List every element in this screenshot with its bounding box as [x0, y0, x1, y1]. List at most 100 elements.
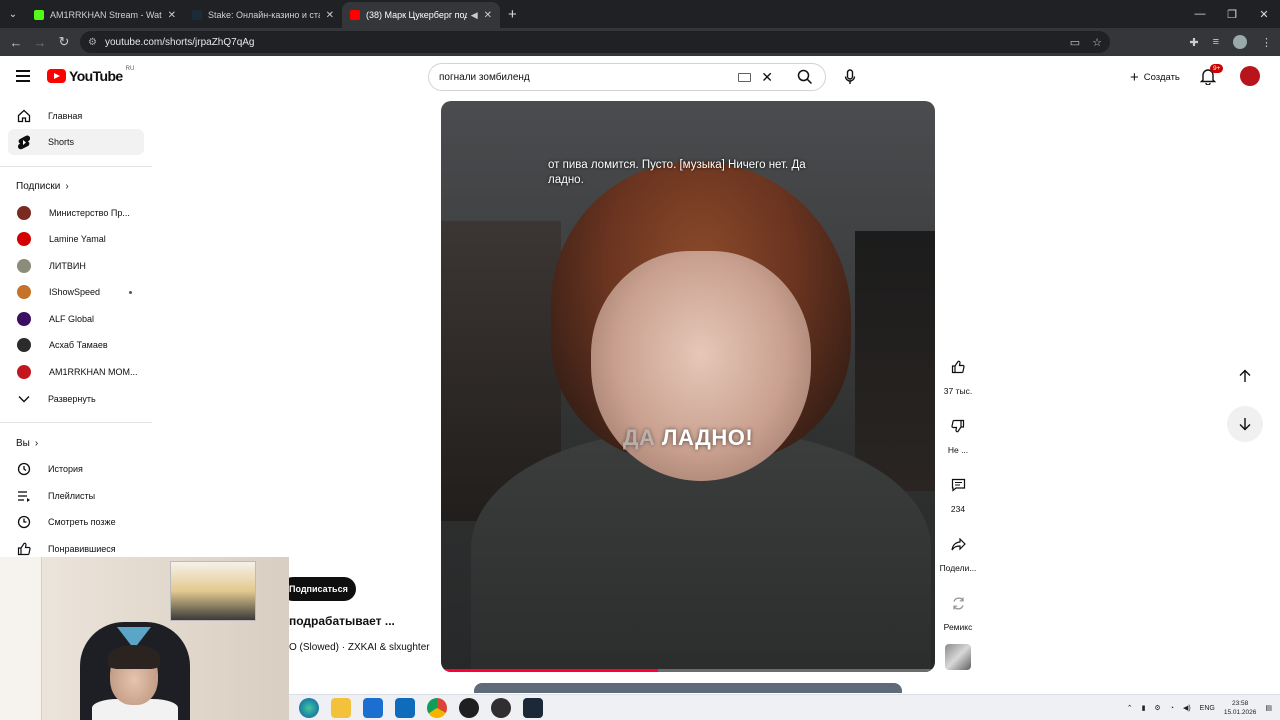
- search-box[interactable]: погнали зомбиленд ✕: [428, 63, 826, 91]
- clock-date: 15.01.2026: [1223, 709, 1257, 716]
- close-window-icon[interactable]: ✕: [1248, 8, 1280, 21]
- plus-icon: +: [1130, 68, 1139, 86]
- short-music-link[interactable]: O (Slowed) · ZXKAI & slxughter: [289, 642, 432, 653]
- chevron-right-icon: ›: [65, 181, 69, 192]
- channel-name: IShowSpeed: [49, 287, 101, 297]
- sidebar-item-channel[interactable]: IShowSpeed: [8, 279, 144, 305]
- sidebar-item-shorts[interactable]: Shorts: [8, 129, 144, 155]
- chrome-icon[interactable]: [427, 698, 447, 718]
- clock[interactable]: 23:58 15.01.2026: [1224, 699, 1257, 717]
- comment-icon: [943, 470, 973, 500]
- app-icon[interactable]: [459, 698, 479, 718]
- sidebar-item-playlists[interactable]: Плейлисты: [8, 483, 144, 509]
- sound-thumbnail-button[interactable]: [936, 644, 980, 670]
- forward-icon[interactable]: →: [28, 35, 52, 50]
- tray-chevron-icon[interactable]: ⌃: [1127, 704, 1133, 712]
- kick-favicon-icon: [34, 10, 44, 20]
- channel-name: ALF Global: [49, 314, 95, 324]
- bookmark-star-icon[interactable]: ☆: [1092, 36, 1102, 49]
- settings-tray-icon[interactable]: ⚙: [1154, 704, 1160, 712]
- speaker-icon[interactable]: ◀: [471, 10, 478, 21]
- sidebar-item-channel[interactable]: Lamine Yamal: [8, 226, 144, 252]
- share-button[interactable]: Подели...: [936, 529, 980, 573]
- browser-menu-icon[interactable]: ⋮: [1261, 36, 1272, 49]
- tab-stake[interactable]: Stake: Онлайн-казино и ставк ✕: [184, 2, 342, 28]
- sidebar-item-channel[interactable]: ЛИТВИН: [8, 253, 144, 279]
- you-heading[interactable]: Вы ›: [16, 438, 38, 449]
- comments-button[interactable]: 234: [936, 470, 980, 514]
- language-indicator[interactable]: ENG: [1200, 705, 1215, 712]
- microphone-icon: [844, 69, 856, 84]
- sidebar-item-watch-later[interactable]: Смотреть позже: [8, 509, 144, 535]
- back-icon[interactable]: ←: [4, 35, 28, 50]
- reload-icon[interactable]: ↻: [52, 34, 76, 50]
- next-short-button[interactable]: [1227, 406, 1263, 442]
- clear-search-icon[interactable]: ✕: [761, 69, 773, 86]
- tab-label: Stake: Онлайн-казино и ставк: [208, 10, 320, 20]
- search-input[interactable]: погнали зомбиленд: [439, 72, 738, 83]
- sidebar-item-label: История: [48, 464, 83, 474]
- keyboard-icon[interactable]: [738, 72, 752, 82]
- next-short-preview[interactable]: [474, 683, 902, 693]
- like-button[interactable]: 37 тыс.: [936, 352, 980, 396]
- page: ⌄ AM1RRKHAN Stream - Watch L ✕ Stake: Он…: [0, 0, 1280, 720]
- sidebar-item-history[interactable]: История: [8, 456, 144, 482]
- channel-avatar: [17, 285, 31, 299]
- address-bar[interactable]: ⚙ youtube.com/shorts/jrpaZhQ7qAg ▭ ☆: [80, 31, 1110, 53]
- shorts-icon: [16, 134, 32, 150]
- previous-short-button[interactable]: [1227, 358, 1263, 394]
- edge-icon[interactable]: [299, 698, 319, 718]
- media-controls-icon[interactable]: ≡: [1213, 36, 1219, 48]
- tab-youtube-short[interactable]: (38) Марк Цукерберг подр ◀ ✕: [342, 2, 500, 28]
- video-progress-bar[interactable]: [441, 669, 935, 672]
- webcam-background: [0, 557, 42, 720]
- tab-search-icon[interactable]: ⌄: [0, 0, 26, 28]
- search-button[interactable]: [785, 64, 825, 90]
- network-icon[interactable]: ◔: [1170, 705, 1174, 712]
- maximize-icon[interactable]: ❐: [1216, 8, 1248, 21]
- store-icon[interactable]: [363, 698, 383, 718]
- tab-close-icon[interactable]: ✕: [326, 10, 334, 21]
- minimize-icon[interactable]: —: [1184, 8, 1216, 20]
- sidebar-item-channel[interactable]: Министерство Пр...: [8, 200, 144, 226]
- short-title[interactable]: подрабатывает ...: [289, 614, 395, 628]
- remix-button[interactable]: Ремикс: [936, 588, 980, 632]
- account-avatar[interactable]: [1240, 66, 1260, 86]
- outlook-icon[interactable]: [395, 698, 415, 718]
- sidebar-item-expand[interactable]: Развернуть: [8, 386, 144, 412]
- usb-icon[interactable]: ▮: [1142, 704, 1146, 712]
- obs-icon[interactable]: [491, 698, 511, 718]
- notifications-tray-icon[interactable]: ▤: [1265, 704, 1272, 712]
- window-controls: — ❐ ✕: [1184, 0, 1280, 28]
- steam-icon[interactable]: [523, 698, 543, 718]
- file-explorer-icon[interactable]: [331, 698, 351, 718]
- notification-badge: 9+: [1210, 64, 1224, 73]
- voice-search-button[interactable]: [838, 65, 862, 89]
- sidebar-item-home[interactable]: Главная: [8, 103, 144, 129]
- new-tab-button[interactable]: +: [508, 6, 517, 23]
- shorts-video-player[interactable]: от пива ломится. Пусто. [музыка] Ничего …: [441, 101, 935, 672]
- youtube-logo[interactable]: YouTube RU: [47, 66, 134, 84]
- menu-icon[interactable]: [16, 70, 30, 82]
- tab-close-icon[interactable]: ✕: [484, 10, 492, 21]
- tab-kick-stream[interactable]: AM1RRKHAN Stream - Watch L ✕: [26, 2, 184, 28]
- sidebar-item-channel[interactable]: AM1RRKHAN MOM...: [8, 359, 144, 385]
- subscriptions-heading[interactable]: Подписки ›: [16, 181, 69, 192]
- notifications-button[interactable]: 9+: [1199, 64, 1224, 87]
- site-info-icon[interactable]: ⚙: [88, 37, 97, 48]
- chevron-right-icon: ›: [34, 438, 39, 449]
- share-icon: [943, 529, 973, 559]
- stake-favicon-icon: [192, 10, 202, 20]
- profile-avatar-icon[interactable]: [1233, 35, 1247, 49]
- sidebar-item-channel[interactable]: Асхаб Тамаев: [8, 332, 144, 358]
- channel-avatar: [17, 365, 31, 379]
- channel-name: Lamine Yamal: [49, 234, 106, 244]
- dislike-button[interactable]: Не ...: [936, 411, 980, 455]
- extensions-icon[interactable]: ✚: [1189, 36, 1198, 49]
- sidebar-item-channel[interactable]: ALF Global: [8, 306, 144, 332]
- subscribe-button[interactable]: Подписаться: [281, 577, 356, 601]
- create-button[interactable]: + Создать: [1120, 64, 1190, 90]
- tab-close-icon[interactable]: ✕: [168, 10, 176, 21]
- volume-icon[interactable]: ◀): [1183, 704, 1191, 712]
- cast-icon[interactable]: ▭: [1070, 36, 1080, 49]
